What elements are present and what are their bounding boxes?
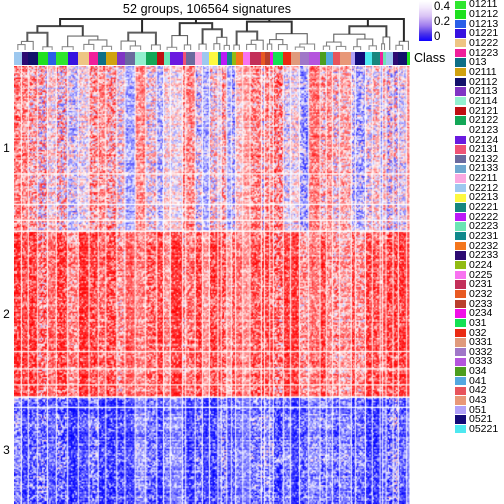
legend-swatch: [455, 48, 466, 58]
legend-swatch: [455, 328, 466, 337]
column-dendrogram: [14, 17, 410, 51]
class-annotation-cell: [47, 52, 57, 65]
legend-swatch: [455, 212, 466, 222]
class-annotation-cell: [56, 52, 68, 65]
row-group-label-3: 3: [3, 443, 10, 457]
legend-swatch: [455, 19, 466, 29]
class-annotation-cell: [145, 52, 157, 65]
legend-swatch: [455, 174, 466, 183]
heatmap-figure: 52 groups, 106564 signatures Class 1 2 3 0…: [0, 0, 504, 504]
legend-swatch: [455, 154, 466, 164]
legend-swatch: [455, 232, 466, 241]
class-annotation-cell: [283, 52, 291, 65]
legend-swatch: [455, 10, 466, 19]
class-annotation-label: Class: [414, 51, 446, 65]
legend-swatch: [455, 203, 466, 212]
legend-swatch: [455, 39, 466, 48]
legend-swatch: [455, 347, 466, 357]
class-annotation-cell: [365, 52, 373, 65]
legend-swatch: [455, 106, 466, 116]
class-annotation-cell: [235, 52, 243, 65]
consensus-colorbar: [419, 1, 432, 41]
legend-swatch: [455, 309, 466, 318]
class-annotation-cell: [249, 52, 262, 65]
legend-swatch: [455, 87, 466, 96]
legend-swatch: [455, 0, 466, 9]
class-annotation-cell: [355, 52, 366, 65]
class-annotation-cell: [89, 52, 99, 65]
class-annotation-cell: [156, 52, 164, 65]
class-annotation-cell: [195, 52, 203, 65]
legend-swatch: [455, 261, 466, 270]
class-annotation-cell: [308, 52, 320, 65]
legend-swatch: [455, 280, 466, 289]
class-annotation-cell: [14, 52, 22, 65]
class-annotation-cell: [339, 52, 352, 65]
legend-swatch: [455, 145, 466, 154]
legend-swatch: [455, 58, 466, 67]
legend-swatch: [455, 405, 466, 415]
class-annotation-cell: [21, 52, 29, 65]
legend-swatch: [455, 415, 466, 424]
class-annotation-cell: [209, 52, 218, 65]
colorbar-tick: 0.4: [434, 1, 450, 13]
class-annotation-cell: [202, 52, 210, 65]
class-annotation-cell: [105, 52, 117, 65]
class-annotation-cell: [163, 52, 171, 65]
legend-swatch: [455, 270, 466, 280]
class-annotation-cell: [332, 52, 340, 65]
class-annotation-cell: [116, 52, 126, 65]
legend-swatch: [455, 357, 466, 366]
class-annotation-cell: [398, 52, 407, 65]
legend-swatch: [455, 68, 466, 77]
legend-swatch: [455, 376, 466, 386]
legend-swatch: [455, 386, 466, 395]
colorbar-tick: 0.2: [434, 16, 450, 28]
row-group-label-1: 1: [3, 141, 10, 155]
legend-swatch: [455, 251, 466, 260]
class-annotation-cell: [406, 52, 410, 65]
legend-swatch: [455, 164, 466, 173]
legend-swatch: [455, 183, 466, 193]
legend-swatch: [455, 425, 466, 434]
class-annotation-cell: [37, 52, 48, 65]
legend-swatch: [455, 222, 466, 231]
legend-swatch: [455, 116, 466, 125]
class-annotation-cell: [273, 52, 284, 65]
legend-swatch: [455, 290, 466, 299]
class-annotation-cell: [125, 52, 136, 65]
colorbar-tick: 0: [434, 31, 441, 43]
class-annotation-cell: [170, 52, 183, 65]
legend-item: 05221: [455, 423, 504, 435]
class-annotation-cell: [28, 52, 38, 65]
legend-swatch: [455, 241, 466, 251]
legend-swatch: [455, 367, 466, 376]
figure-title: 52 groups, 106564 signatures: [122, 2, 292, 16]
legend-swatch: [455, 396, 466, 405]
row-group-label-2: 2: [3, 307, 10, 321]
class-annotation-cell: [385, 52, 393, 65]
signature-heatmap: [14, 66, 410, 504]
class-annotation-cell: [185, 52, 196, 65]
legend-swatch: [455, 125, 466, 135]
legend-swatch: [455, 299, 466, 309]
legend-swatch: [455, 318, 466, 328]
class-annotation-bar: [14, 52, 410, 65]
class-legend: 01211 01212 01213 01221 01222 01223 013 02111 02…: [455, 0, 504, 504]
legend-swatch: [455, 97, 466, 106]
class-annotation-cell: [372, 52, 380, 65]
class-annotation-cell: [135, 52, 146, 65]
legend-swatch: [455, 193, 466, 202]
class-annotation-cell: [299, 52, 309, 65]
class-annotation-cell: [242, 52, 250, 65]
class-annotation-cell: [98, 52, 106, 65]
class-annotation-cell: [290, 52, 300, 65]
class-annotation-cell: [78, 52, 90, 65]
class-annotation-cell: [67, 52, 79, 65]
legend-swatch: [455, 338, 466, 347]
legend-swatch: [455, 77, 466, 87]
legend-label: 05221: [469, 423, 499, 435]
legend-swatch: [455, 29, 466, 38]
legend-swatch: [455, 135, 466, 144]
